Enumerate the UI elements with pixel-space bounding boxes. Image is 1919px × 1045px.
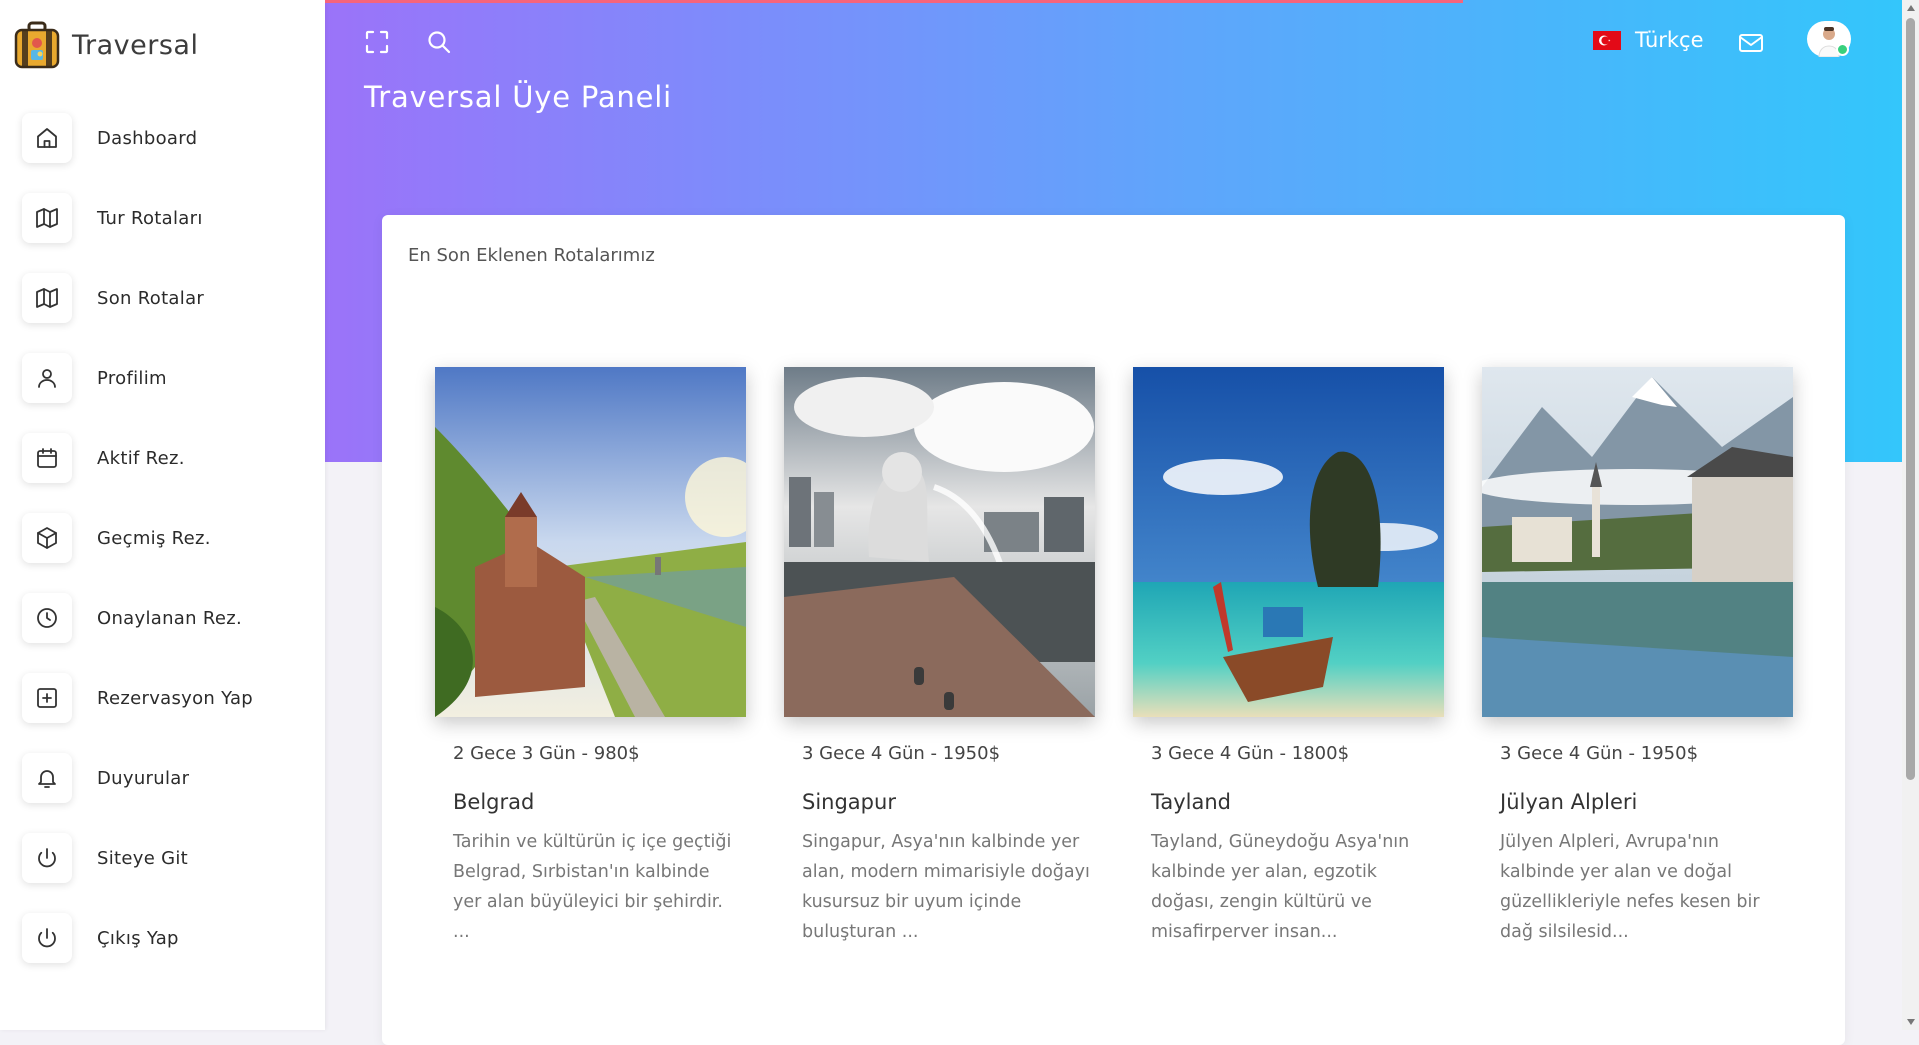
tour-price: 2 Gece 3 Gün - 980$ <box>453 743 640 764</box>
tour-name[interactable]: Jülyan Alpleri <box>1500 790 1637 814</box>
sidebar-item-label: Tur Rotaları <box>97 207 203 229</box>
sidebar-item-siteye-git[interactable]: Siteye Git <box>22 818 253 898</box>
sidebar-item-label: Aktif Rez. <box>97 447 185 469</box>
power-icon <box>22 913 72 963</box>
scrollbar-thumb[interactable] <box>1906 18 1915 780</box>
sidebar-item-aktif-rez[interactable]: Aktif Rez. <box>22 418 253 498</box>
mail-icon[interactable] <box>1737 30 1765 56</box>
sidebar-nav: Dashboard Tur Rotaları Son Rotalar Profi… <box>22 98 253 978</box>
online-status-dot <box>1836 43 1849 56</box>
language-selector[interactable]: Türkçe <box>1593 28 1704 52</box>
fullscreen-icon[interactable] <box>364 29 390 55</box>
sidebar-item-label: Son Rotalar <box>97 287 205 309</box>
section-title: En Son Eklenen Rotalarımız <box>408 245 655 266</box>
scroll-down-arrow-icon[interactable] <box>1907 1019 1915 1025</box>
tour-card-belgrad[interactable]: 2 Gece 3 Gün - 980$ Belgrad Tarihin ve k… <box>435 367 746 942</box>
home-icon <box>22 113 72 163</box>
sidebar-item-gecmis-rez[interactable]: Geçmiş Rez. <box>22 498 253 578</box>
tour-description: Tayland, Güneydoğu Asya'nın kalbinde yer… <box>1151 832 1410 942</box>
latest-routes-card: En Son Eklenen Rotalarımız 2 Gece 3 Gün … <box>382 215 1845 1045</box>
sidebar-item-cikis-yap[interactable]: Çıkış Yap <box>22 898 253 978</box>
box-icon <box>22 513 72 563</box>
tour-card-julyan-alpleri[interactable]: 3 Gece 4 Gün - 1950$ Jülyan Alpleri Jüly… <box>1482 367 1793 942</box>
avatar[interactable] <box>1807 21 1851 58</box>
search-icon[interactable] <box>426 29 452 55</box>
brand-name: Traversal <box>72 29 199 61</box>
page-scrollbar[interactable] <box>1902 0 1919 1030</box>
sidebar-item-dashboard[interactable]: Dashboard <box>22 98 253 178</box>
sidebar-item-label: Duyurular <box>97 767 190 789</box>
sidebar-item-son-rotalar[interactable]: Son Rotalar <box>22 258 253 338</box>
suitcase-logo-icon <box>14 21 60 69</box>
tour-image-belgrad[interactable] <box>435 367 746 717</box>
sidebar-item-label: Onaylanan Rez. <box>97 607 243 629</box>
tour-image-tayland[interactable] <box>1133 367 1444 717</box>
page-title: Traversal Üye Paneli <box>364 80 672 114</box>
tour-price: 3 Gece 4 Gün - 1800$ <box>1151 743 1350 764</box>
tour-description: Singapur, Asya'nın kalbinde yer alan, mo… <box>802 832 1090 942</box>
user-icon <box>22 353 72 403</box>
map-icon <box>22 273 72 323</box>
sidebar: Traversal Dashboard Tur Rotaları Son Rot… <box>0 0 325 1030</box>
tour-name[interactable]: Singapur <box>802 790 896 814</box>
tour-name[interactable]: Tayland <box>1151 790 1231 814</box>
tour-image-julyan-alpleri[interactable] <box>1482 367 1793 717</box>
sidebar-item-tur-rotalari[interactable]: Tur Rotaları <box>22 178 253 258</box>
tour-price: 3 Gece 4 Gün - 1950$ <box>802 743 1001 764</box>
tour-description: Tarihin ve kültürün iç içe geçtiği Belgr… <box>453 832 732 942</box>
bell-icon <box>22 753 72 803</box>
sidebar-item-onaylanan-rez[interactable]: Onaylanan Rez. <box>22 578 253 658</box>
tour-name[interactable]: Belgrad <box>453 790 534 814</box>
sidebar-item-label: Geçmiş Rez. <box>97 527 211 549</box>
sidebar-item-label: Profilim <box>97 367 167 389</box>
language-label: Türkçe <box>1635 28 1704 52</box>
tour-image-singapur[interactable] <box>784 367 1095 717</box>
page-progress-bar <box>325 0 1463 3</box>
sidebar-item-profilim[interactable]: Profilim <box>22 338 253 418</box>
map-icon <box>22 193 72 243</box>
tour-card-singapur[interactable]: 3 Gece 4 Gün - 1950$ Singapur Singapur, … <box>784 367 1095 942</box>
tour-card-tayland[interactable]: 3 Gece 4 Gün - 1800$ Tayland Tayland, Gü… <box>1133 367 1444 942</box>
sidebar-item-label: Siteye Git <box>97 847 189 869</box>
calendar-icon <box>22 433 72 483</box>
clock-icon <box>22 593 72 643</box>
sidebar-item-rezervasyon-yap[interactable]: Rezervasyon Yap <box>22 658 253 738</box>
sidebar-item-label: Dashboard <box>97 127 198 149</box>
sidebar-item-label: Çıkış Yap <box>97 927 179 949</box>
sidebar-item-label: Rezervasyon Yap <box>97 687 254 709</box>
tour-description: Jülyen Alpleri, Avrupa'nın kalbinde yer … <box>1500 832 1760 942</box>
power-icon <box>22 833 72 883</box>
plus-square-icon <box>22 673 72 723</box>
tour-price: 3 Gece 4 Gün - 1950$ <box>1500 743 1699 764</box>
scroll-up-arrow-icon[interactable] <box>1907 5 1915 11</box>
brand[interactable]: Traversal <box>14 20 198 70</box>
turkey-flag-icon <box>1593 30 1621 50</box>
sidebar-item-duyurular[interactable]: Duyurular <box>22 738 253 818</box>
